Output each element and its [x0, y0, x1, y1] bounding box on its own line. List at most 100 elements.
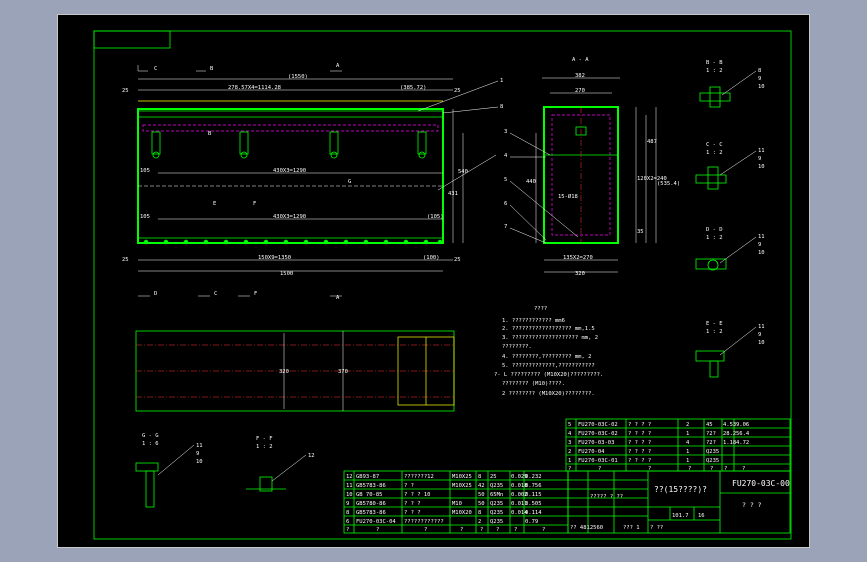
svg-text:2: 2	[478, 519, 481, 525]
svg-text:42: 42	[478, 483, 485, 489]
marker-c-bottom: C	[214, 291, 217, 297]
callout-5: 5	[504, 177, 507, 183]
svg-text:1: 1	[568, 458, 571, 464]
svg-text:0.756: 0.756	[525, 483, 542, 489]
svg-text:Q235: Q235	[490, 501, 503, 507]
svg-text:?2?: ?2?	[706, 440, 716, 446]
frame-body	[137, 108, 444, 244]
dim-height-inner: 431	[448, 191, 458, 197]
svg-text:2 ???????? (M10X20)????????.: 2 ???????? (M10X20)????????.	[502, 391, 595, 397]
svg-text:M10X25: M10X25	[452, 483, 472, 489]
svg-text:2. ?????????????????? mm,1.5: 2. ?????????????????? mm,1.5	[502, 326, 595, 332]
svg-text:M10X20: M10X20	[452, 510, 472, 516]
dim-aa-h3: (535.4)	[657, 181, 680, 187]
dim-right-end-bottom: 25	[454, 257, 461, 263]
title-sub: ? ? ?	[742, 501, 762, 509]
svg-text:Q235: Q235	[706, 458, 719, 464]
svg-text:FU270-03-03: FU270-03-03	[578, 440, 614, 446]
svg-text:D - D: D - D	[706, 227, 723, 233]
callout-1: 1	[500, 78, 503, 84]
svg-text:1 : 2: 1 : 2	[256, 444, 273, 450]
dim-pitch-top: 278.57X4=1114.28	[228, 85, 281, 91]
svg-text:10: 10	[758, 340, 765, 346]
dim-right-end-top: 25	[454, 88, 461, 94]
notes-title: ????	[534, 306, 547, 312]
svg-text:8: 8	[758, 68, 761, 74]
svg-text:11: 11	[758, 234, 765, 240]
svg-text:9.06: 9.06	[736, 422, 749, 428]
lower-row-header: ? ? ? ? ? ? ? ?	[346, 527, 545, 533]
svg-text:GB5783-86: GB5783-86	[356, 483, 386, 489]
title-code: FU270-03C-00	[732, 479, 790, 488]
label-b-inner: B	[208, 131, 212, 137]
svg-text:M10: M10	[452, 501, 462, 507]
lower-row-3: 9 GB5780-86 ? ? ? M10 50 Q235 0.011 0.50…	[346, 501, 542, 507]
svg-text:?- L ????????? (M10X20)???: ?- L ????????? (M10X20)?????????.	[494, 372, 603, 378]
svg-text:FU270-03C-02: FU270-03C-02	[578, 431, 618, 437]
callout-3: 3	[504, 129, 507, 135]
dim-height-right: 540	[458, 169, 468, 175]
svg-text:GB 70-85: GB 70-85	[356, 492, 383, 498]
upper-row-2: 3 FU270-03-03 ? ? ? ? 4 ?2? 1.18 4.72	[568, 440, 749, 446]
svg-text:F - F: F - F	[256, 436, 273, 442]
svg-text:50: 50	[478, 492, 485, 498]
svg-text:1 : 2: 1 : 2	[706, 68, 723, 74]
svg-text:10: 10	[758, 164, 765, 170]
svg-text:1: 1	[686, 449, 689, 455]
svg-text:?: ?	[460, 527, 463, 533]
svg-text:8: 8	[478, 474, 481, 480]
svg-text:10: 10	[758, 84, 765, 90]
callout-8: 8	[500, 104, 503, 110]
svg-text:9: 9	[758, 242, 761, 248]
dim-pitch-a: 430X3=1290	[273, 168, 306, 174]
svg-text:9: 9	[758, 332, 761, 338]
dim-aa-inner: 270	[575, 88, 585, 94]
svg-text:0.505: 0.505	[525, 501, 542, 507]
svg-text:Q235: Q235	[490, 519, 503, 525]
svg-text:???????? (M10)????.: ???????? (M10)????.	[502, 381, 565, 387]
front-view: C B A (1550) 278.57X4=1114.28 (385.72) 2…	[122, 63, 503, 301]
parts-table-lower: 12 GB93-87 ???????12 M10X25 8 25 0.029 0…	[343, 470, 569, 534]
plan-view: 320 370	[135, 330, 455, 412]
svg-text:3: 3	[568, 440, 571, 446]
svg-text:8: 8	[346, 510, 349, 516]
svg-text:Q235: Q235	[706, 449, 719, 455]
svg-text:4: 4	[686, 440, 690, 446]
upper-row-1: 4 FU270-03C-02 ? ? ? ? 1 ?2? 28.2 56.4	[568, 431, 750, 437]
svg-text:0.114: 0.114	[525, 510, 542, 516]
svg-text:65Mn: 65Mn	[490, 492, 503, 498]
svg-text:C - C: C - C	[706, 142, 723, 148]
svg-text:?: ?	[514, 527, 517, 533]
svg-text:M10X25: M10X25	[452, 474, 472, 480]
svg-text:?: ?	[424, 527, 427, 533]
dim-105-b: 105	[140, 214, 150, 220]
title-name: ??(15????)?	[654, 485, 707, 494]
svg-text:4.53: 4.53	[723, 422, 736, 428]
svg-text:12: 12	[346, 474, 353, 480]
svg-text:FU270-03C-04: FU270-03C-04	[356, 519, 396, 525]
svg-text:0.79: 0.79	[525, 519, 538, 525]
svg-text:9: 9	[758, 156, 761, 162]
svg-text:9: 9	[758, 76, 761, 82]
svg-text:11: 11	[758, 148, 765, 154]
svg-text:4: 4	[568, 431, 572, 437]
drawing-canvas: C B A (1550) 278.57X4=1114.28 (385.72) 2…	[57, 14, 810, 548]
svg-text:8: 8	[478, 510, 481, 516]
frame-title-box	[93, 30, 171, 49]
svg-text:45: 45	[706, 422, 713, 428]
dim-left-end-top: 25	[122, 88, 129, 94]
label-g-inner: G	[348, 179, 351, 185]
dim-right-bottom: (100)	[423, 255, 440, 261]
upper-row-4: 1 FU270-03C-01 ? ? ? ? 1 Q235	[568, 458, 719, 464]
svg-text:????????.: ????????.	[502, 344, 532, 350]
title-cell-weight: 101.7	[672, 513, 689, 519]
detail-d-d: D - D 1 : 2 11 9 10	[695, 227, 765, 271]
svg-text:56.4: 56.4	[736, 431, 750, 437]
svg-text:? ? ?: ? ? ?	[404, 510, 421, 516]
svg-text:6: 6	[346, 519, 349, 525]
svg-text:? ? ? ?: ? ? ? ?	[628, 440, 651, 446]
dim-right-top: (385.72)	[400, 85, 427, 91]
svg-text:28.2: 28.2	[723, 431, 736, 437]
svg-text:11: 11	[758, 324, 765, 330]
svg-text:FU270-03C-02: FU270-03C-02	[578, 422, 618, 428]
